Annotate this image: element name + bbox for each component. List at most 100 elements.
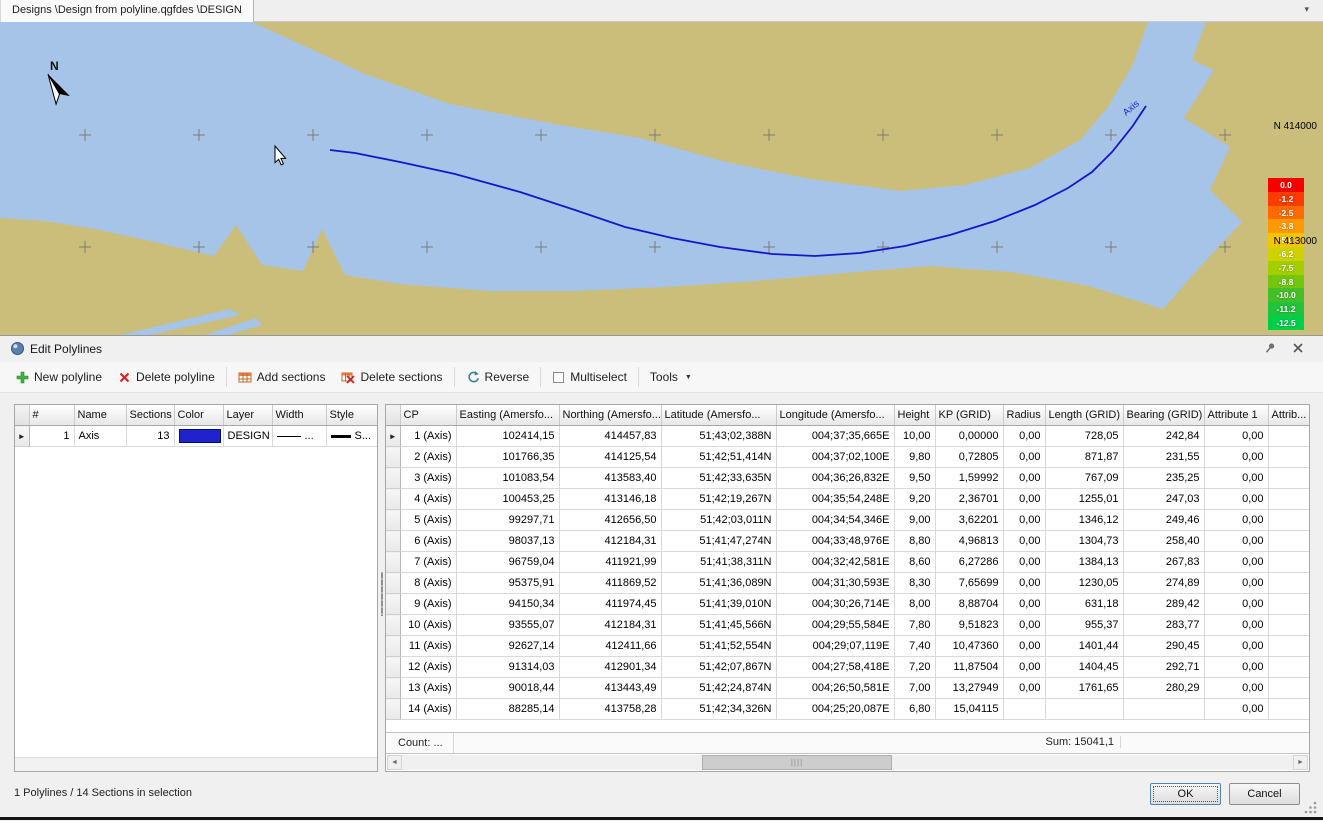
section-row[interactable]: 12 (Axis)91314,03412901,3451;42;07,867N0… <box>386 657 1310 678</box>
cell[interactable] <box>1045 699 1123 720</box>
cell[interactable]: 1230,05 <box>1045 573 1123 594</box>
cell[interactable]: 0,00 <box>1003 573 1045 594</box>
cell[interactable]: 92627,14 <box>456 636 559 657</box>
row-selector[interactable] <box>386 531 400 552</box>
row-selector[interactable] <box>386 552 400 573</box>
scroll-left-icon[interactable]: ◄ <box>387 755 402 770</box>
cell[interactable]: 0,00 <box>1204 615 1268 636</box>
reverse-button[interactable]: Reverse <box>458 366 538 388</box>
cell[interactable]: 0,00 <box>1003 489 1045 510</box>
cell[interactable]: 51;41;47,274N <box>661 531 776 552</box>
cell[interactable]: 8,88704 <box>935 594 1003 615</box>
cell[interactable]: 290,45 <box>1123 636 1204 657</box>
new-polyline-button[interactable]: New polyline <box>8 366 110 388</box>
cell[interactable]: 7,80 <box>894 615 935 636</box>
cell[interactable] <box>174 426 223 447</box>
cell[interactable]: 0,72805 <box>935 447 1003 468</box>
cell[interactable]: 13 (Axis) <box>400 678 456 699</box>
section-row[interactable]: 5 (Axis)99297,71412656,5051;42;03,011N00… <box>386 510 1310 531</box>
cell[interactable]: 289,42 <box>1123 594 1204 615</box>
cell[interactable]: 412411,66 <box>559 636 661 657</box>
column-header[interactable]: KP (GRID) <box>935 405 1003 426</box>
cell[interactable]: 9,50 <box>894 468 935 489</box>
cell[interactable]: 12 (Axis) <box>400 657 456 678</box>
cell[interactable]: 51;41;39,010N <box>661 594 776 615</box>
cell[interactable]: 98037,13 <box>456 531 559 552</box>
cell[interactable]: 1,59992 <box>935 468 1003 489</box>
cell[interactable]: 767,09 <box>1045 468 1123 489</box>
cell[interactable]: 004;37;35,665E <box>776 426 894 447</box>
cell[interactable]: 004;32;42,581E <box>776 552 894 573</box>
cell[interactable]: 411921,99 <box>559 552 661 573</box>
cell[interactable]: 292,71 <box>1123 657 1204 678</box>
cell[interactable] <box>1268 552 1310 573</box>
column-header[interactable]: Latitude (Amersfo... <box>661 405 776 426</box>
cell[interactable]: 0,00 <box>1003 426 1045 447</box>
cell[interactable]: 10,00 <box>894 426 935 447</box>
column-header[interactable]: Attribute 1 <box>1204 405 1268 426</box>
row-selector[interactable] <box>386 615 400 636</box>
cell[interactable] <box>1268 447 1310 468</box>
cell[interactable]: 728,05 <box>1045 426 1123 447</box>
cell[interactable]: 0,00 <box>1204 447 1268 468</box>
row-selector[interactable] <box>386 489 400 510</box>
cell[interactable]: 412901,34 <box>559 657 661 678</box>
cell[interactable]: 0,00 <box>1204 531 1268 552</box>
cell[interactable]: 411974,45 <box>559 594 661 615</box>
cell[interactable]: 283,77 <box>1123 615 1204 636</box>
cell[interactable]: 412184,31 <box>559 615 661 636</box>
cell[interactable]: 90018,44 <box>456 678 559 699</box>
cell[interactable]: 51;42;19,267N <box>661 489 776 510</box>
cell[interactable]: 13 <box>126 426 174 447</box>
add-sections-button[interactable]: Add sections <box>230 366 334 388</box>
row-selector-header[interactable] <box>15 405 29 426</box>
section-row[interactable]: 4 (Axis)100453,25413146,1851;42;19,267N0… <box>386 489 1310 510</box>
section-row[interactable]: 2 (Axis)101766,35414125,5451;42;51,414N0… <box>386 447 1310 468</box>
cell[interactable] <box>1268 531 1310 552</box>
cell[interactable]: 8,30 <box>894 573 935 594</box>
cell[interactable]: 280,29 <box>1123 678 1204 699</box>
cell[interactable]: 0,00 <box>1204 573 1268 594</box>
cell[interactable]: 9 (Axis) <box>400 594 456 615</box>
row-selector[interactable] <box>386 657 400 678</box>
cell[interactable]: ... <box>272 426 326 447</box>
cell[interactable]: 2,36701 <box>935 489 1003 510</box>
column-header[interactable]: Easting (Amersfo... <box>456 405 559 426</box>
cell[interactable]: 51;42;03,011N <box>661 510 776 531</box>
cell[interactable]: 004;36;26,832E <box>776 468 894 489</box>
cell[interactable]: 7,65699 <box>935 573 1003 594</box>
polyline-row[interactable]: ► 1 Axis 13 DESIGN ... S... <box>15 426 378 447</box>
row-selector-header[interactable] <box>386 405 400 426</box>
cell[interactable]: 6,27286 <box>935 552 1003 573</box>
cell[interactable]: 411869,52 <box>559 573 661 594</box>
cell[interactable]: 871,87 <box>1045 447 1123 468</box>
cell[interactable]: 247,03 <box>1123 489 1204 510</box>
close-icon[interactable] <box>1289 341 1307 357</box>
cell[interactable]: 413443,49 <box>559 678 661 699</box>
row-selector[interactable] <box>386 636 400 657</box>
cell[interactable]: 0,00 <box>1003 678 1045 699</box>
cell[interactable]: 0,00 <box>1003 468 1045 489</box>
cell[interactable]: 51;42;34,326N <box>661 699 776 720</box>
column-header[interactable]: Layer <box>223 405 272 426</box>
cell[interactable]: 2 (Axis) <box>400 447 456 468</box>
cell[interactable]: 11 (Axis) <box>400 636 456 657</box>
cell[interactable]: Axis <box>74 426 126 447</box>
cell[interactable]: 414457,83 <box>559 426 661 447</box>
cell[interactable]: 100453,25 <box>456 489 559 510</box>
cell[interactable]: 7 (Axis) <box>400 552 456 573</box>
column-header[interactable]: Name <box>74 405 126 426</box>
cell[interactable]: 0,00 <box>1003 594 1045 615</box>
cell[interactable]: 1304,73 <box>1045 531 1123 552</box>
cell[interactable]: 413146,18 <box>559 489 661 510</box>
cell[interactable]: 0,00 <box>1003 510 1045 531</box>
cell[interactable]: 0,00000 <box>935 426 1003 447</box>
section-row[interactable]: 6 (Axis)98037,13412184,3151;41;47,274N00… <box>386 531 1310 552</box>
cell[interactable]: 955,37 <box>1045 615 1123 636</box>
section-row[interactable]: 8 (Axis)95375,91411869,5251;41;36,089N00… <box>386 573 1310 594</box>
row-selector[interactable] <box>386 510 400 531</box>
cell[interactable]: 004;27;58,418E <box>776 657 894 678</box>
cell[interactable]: S... <box>326 426 378 447</box>
cell[interactable]: 6 (Axis) <box>400 531 456 552</box>
column-header[interactable]: Width <box>272 405 326 426</box>
